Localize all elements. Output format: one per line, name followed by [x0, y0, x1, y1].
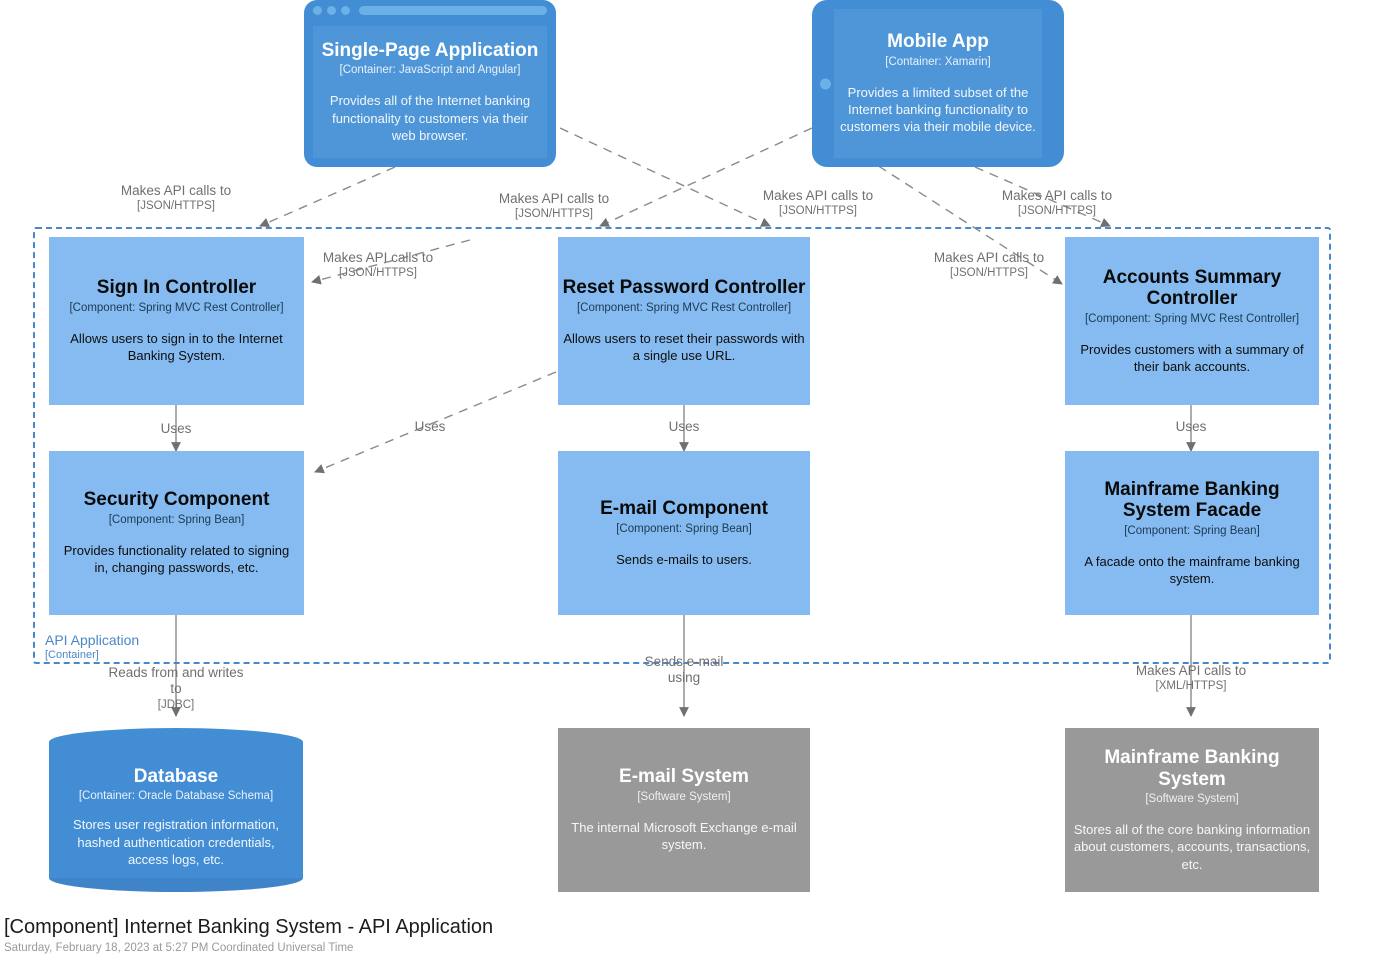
node-mainframe-banking-system[interactable]: Mainframe Banking System [Software Syste…	[1065, 728, 1319, 892]
browser-dot-icon	[327, 5, 336, 15]
edge-label-text: Makes API calls to	[498, 191, 610, 206]
edge-label-tech: [JSON/HTTPS]	[515, 208, 593, 221]
node-title: Sign In Controller	[96, 277, 257, 299]
node-description: Allows users to reset their passwords wi…	[563, 331, 805, 364]
edge-label-text: Uses	[414, 419, 446, 434]
edge-label-tech: [JDBC]	[157, 698, 195, 711]
node-description: Allows users to sign in to the Internet …	[70, 331, 283, 364]
edge-label-security-database: Reads from and writes to [JDBC]	[106, 665, 246, 712]
edge-label-reset-security: Uses	[370, 419, 490, 435]
edge-label-tech: [XML/HTTPS]	[1155, 680, 1227, 693]
node-description: Provides a limited subset of the Interne…	[840, 84, 1036, 135]
node-title: Mainframe Banking System Facade	[1104, 478, 1280, 522]
edge-label-tech: [JSON/HTTPS]	[137, 200, 215, 213]
boundary-tech: [Container]	[45, 648, 99, 661]
node-tech: [Container: Xamarin]	[885, 55, 991, 68]
diagram-caption: [Component] Internet Banking System - AP…	[4, 916, 493, 954]
edge-label-accounts-facade: Uses	[1131, 419, 1251, 435]
node-tech: [Software System]	[1145, 793, 1239, 806]
browser-dot-icon	[341, 5, 350, 15]
browser-dot-icon	[313, 5, 322, 15]
node-description: Stores all of the core banking informati…	[1073, 822, 1311, 872]
node-mobile-app[interactable]: Mobile App [Container: Xamarin] Provides…	[812, 0, 1064, 167]
node-database[interactable]: Database [Container: Oracle Database Sch…	[49, 728, 303, 892]
edge-label-text: Uses	[1175, 419, 1207, 434]
database-content: Database [Container: Oracle Database Sch…	[49, 728, 303, 892]
node-description: Sends e-mails to users.	[616, 551, 752, 567]
edge-label-facade-mainframe: Makes API calls to [XML/HTTPS]	[1081, 663, 1301, 693]
node-tech: [Component: Spring Bean]	[108, 514, 245, 527]
edge-label-spa-signin: Makes API calls to [JSON/HTTPS]	[66, 183, 286, 213]
node-title: E-mail Component	[600, 498, 768, 520]
boundary-label: API Application [Container]	[45, 632, 140, 661]
edge-label-text: Uses	[668, 419, 700, 434]
node-tech: [Component: Spring MVC Rest Controller]	[69, 302, 284, 315]
node-title: Mainframe Banking System	[1104, 746, 1280, 790]
diagram-canvas: API Application [Container] Makes API ca…	[0, 0, 1373, 965]
node-description: Provides functionality related to signin…	[63, 543, 290, 576]
edge-label-spa-reset: Makes API calls to [JSON/HTTPS]	[444, 191, 664, 221]
edge-label-reset-email: Uses	[624, 419, 744, 435]
edge-label-mobile-accounts: Makes API calls to [JSON/HTTPS]	[947, 188, 1167, 218]
node-sign-in-controller[interactable]: Sign In Controller [Component: Spring MV…	[49, 237, 304, 405]
edge-label-signin-security: Uses	[116, 421, 236, 437]
browser-address-bar	[359, 5, 547, 15]
edge-label-mobile-reset: Makes API calls to [JSON/HTTPS]	[708, 188, 928, 218]
node-tech: [Container: Oracle Database Schema]	[78, 790, 274, 803]
node-title: Accounts Summary Controller	[1102, 266, 1282, 310]
edge-label-text: Sends e-mail using	[644, 654, 724, 686]
node-tech: [Container: JavaScript and Angular]	[339, 64, 521, 77]
node-description: Provides customers with a summary of the…	[1080, 341, 1304, 375]
node-tech: [Component: Spring Bean]	[616, 522, 752, 535]
node-title: Security Component	[83, 489, 270, 511]
node-description: A facade onto the mainframe banking syst…	[1084, 553, 1300, 587]
node-security-component[interactable]: Security Component [Component: Spring Be…	[49, 451, 304, 615]
edge-label-email-emailsystem: Sends e-mail using	[629, 654, 739, 687]
node-email-component[interactable]: E-mail Component [Component: Spring Bean…	[558, 451, 810, 615]
node-tech: [Component: Spring Bean]	[1124, 524, 1260, 537]
node-title: Database	[133, 765, 219, 787]
node-description: Stores user registration information, ha…	[73, 817, 279, 867]
edge-label-text: Reads from and writes to	[108, 665, 244, 697]
browser-chrome	[304, 0, 556, 20]
edge-label-text: Makes API calls to	[1001, 188, 1113, 203]
node-tech: [Component: Spring MVC Rest Controller]	[576, 302, 792, 315]
node-accounts-summary-controller[interactable]: Accounts Summary Controller [Component: …	[1065, 237, 1319, 405]
edge-label-text: Makes API calls to	[1135, 663, 1247, 678]
node-email-system[interactable]: E-mail System [Software System] The inte…	[558, 728, 810, 892]
node-description: Provides all of the Internet banking fun…	[329, 93, 531, 143]
node-tech: [Software System]	[637, 791, 731, 804]
node-title: Single-Page Application	[321, 39, 539, 61]
mobile-viewport: Mobile App [Container: Xamarin] Provides…	[834, 9, 1042, 158]
node-title: Reset Password Controller	[562, 277, 806, 299]
edge-label-text: Uses	[160, 421, 192, 436]
node-single-page-application[interactable]: Single-Page Application [Container: Java…	[304, 0, 556, 167]
caption-date: Saturday, February 18, 2023 at 5:27 PM C…	[4, 942, 354, 954]
edge-label-tech: [JSON/HTTPS]	[1018, 205, 1096, 218]
browser-viewport: Single-Page Application [Container: Java…	[313, 26, 547, 158]
edge-label-tech: [JSON/HTTPS]	[779, 205, 857, 218]
node-reset-password-controller[interactable]: Reset Password Controller [Component: Sp…	[558, 237, 810, 405]
node-tech: [Component: Spring MVC Rest Controller]	[1084, 312, 1300, 325]
node-title: E-mail System	[619, 766, 749, 788]
node-title: Mobile App	[887, 31, 989, 53]
caption-title: [Component] Internet Banking System - AP…	[4, 916, 494, 938]
boundary-name: API Application	[45, 632, 140, 648]
edge-label-text: Makes API calls to	[120, 183, 232, 198]
edge-label-text: Makes API calls to	[762, 188, 874, 203]
node-mainframe-banking-system-facade[interactable]: Mainframe Banking System Facade [Compone…	[1065, 451, 1319, 615]
mobile-side-button-icon	[820, 78, 831, 89]
node-description: The internal Microsoft Exchange e-mail s…	[571, 820, 797, 853]
